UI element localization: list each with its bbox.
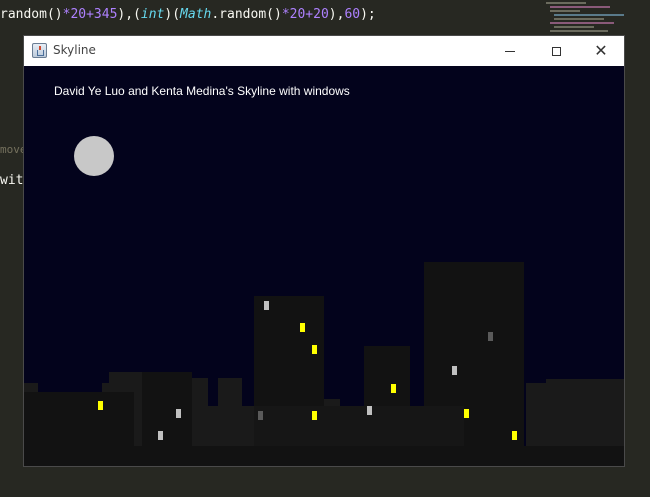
- code-line: wit: [0, 173, 24, 188]
- window-title: Skyline: [53, 43, 96, 57]
- building-window: [158, 431, 163, 440]
- code-token: Math: [180, 7, 212, 22]
- building-window: [98, 401, 103, 410]
- building-window: [512, 431, 517, 440]
- code-token: ),: [328, 7, 345, 22]
- code-token: int: [140, 7, 165, 22]
- code-token: 60: [344, 7, 361, 22]
- building-window: [258, 411, 263, 420]
- building-window: [488, 332, 493, 341]
- close-button[interactable]: ✕: [578, 36, 624, 66]
- building-window: [367, 406, 372, 415]
- code-token: random(): [0, 7, 63, 22]
- skyline-window: Skyline ✕ David Ye Luo and Kenta Medina'…: [24, 36, 624, 466]
- maximize-icon: [551, 46, 561, 56]
- minimap[interactable]: [546, 0, 650, 40]
- code-line: random()*20+345),(int)(Math.random()*20+…: [0, 7, 376, 22]
- building-window: [300, 323, 305, 332]
- skyline-canvas: David Ye Luo and Kenta Medina's Skyline …: [24, 66, 624, 466]
- java-app-icon[interactable]: [32, 43, 47, 58]
- close-icon: ✕: [594, 41, 608, 60]
- code-token: )(: [164, 7, 181, 22]
- building-window: [452, 366, 457, 375]
- moon: [74, 136, 114, 176]
- code-token: ),(: [117, 7, 141, 22]
- building-window: [391, 384, 396, 393]
- building-window: [464, 409, 469, 418]
- building-window: [264, 301, 269, 310]
- minimize-icon: [505, 50, 515, 52]
- skyline-caption: David Ye Luo and Kenta Medina's Skyline …: [54, 84, 350, 98]
- code-line: move: [0, 143, 27, 156]
- code-token: *20+345: [62, 7, 118, 22]
- building-window: [312, 345, 317, 354]
- code-token: );: [360, 7, 376, 22]
- building-window: [176, 409, 181, 418]
- ground: [24, 446, 624, 466]
- building-window: [312, 411, 317, 420]
- code-token: *20+20: [281, 7, 329, 22]
- maximize-button[interactable]: [533, 36, 579, 66]
- title-bar[interactable]: Skyline ✕: [24, 36, 624, 66]
- code-token: .random(): [211, 7, 282, 22]
- minimize-button[interactable]: [487, 36, 533, 66]
